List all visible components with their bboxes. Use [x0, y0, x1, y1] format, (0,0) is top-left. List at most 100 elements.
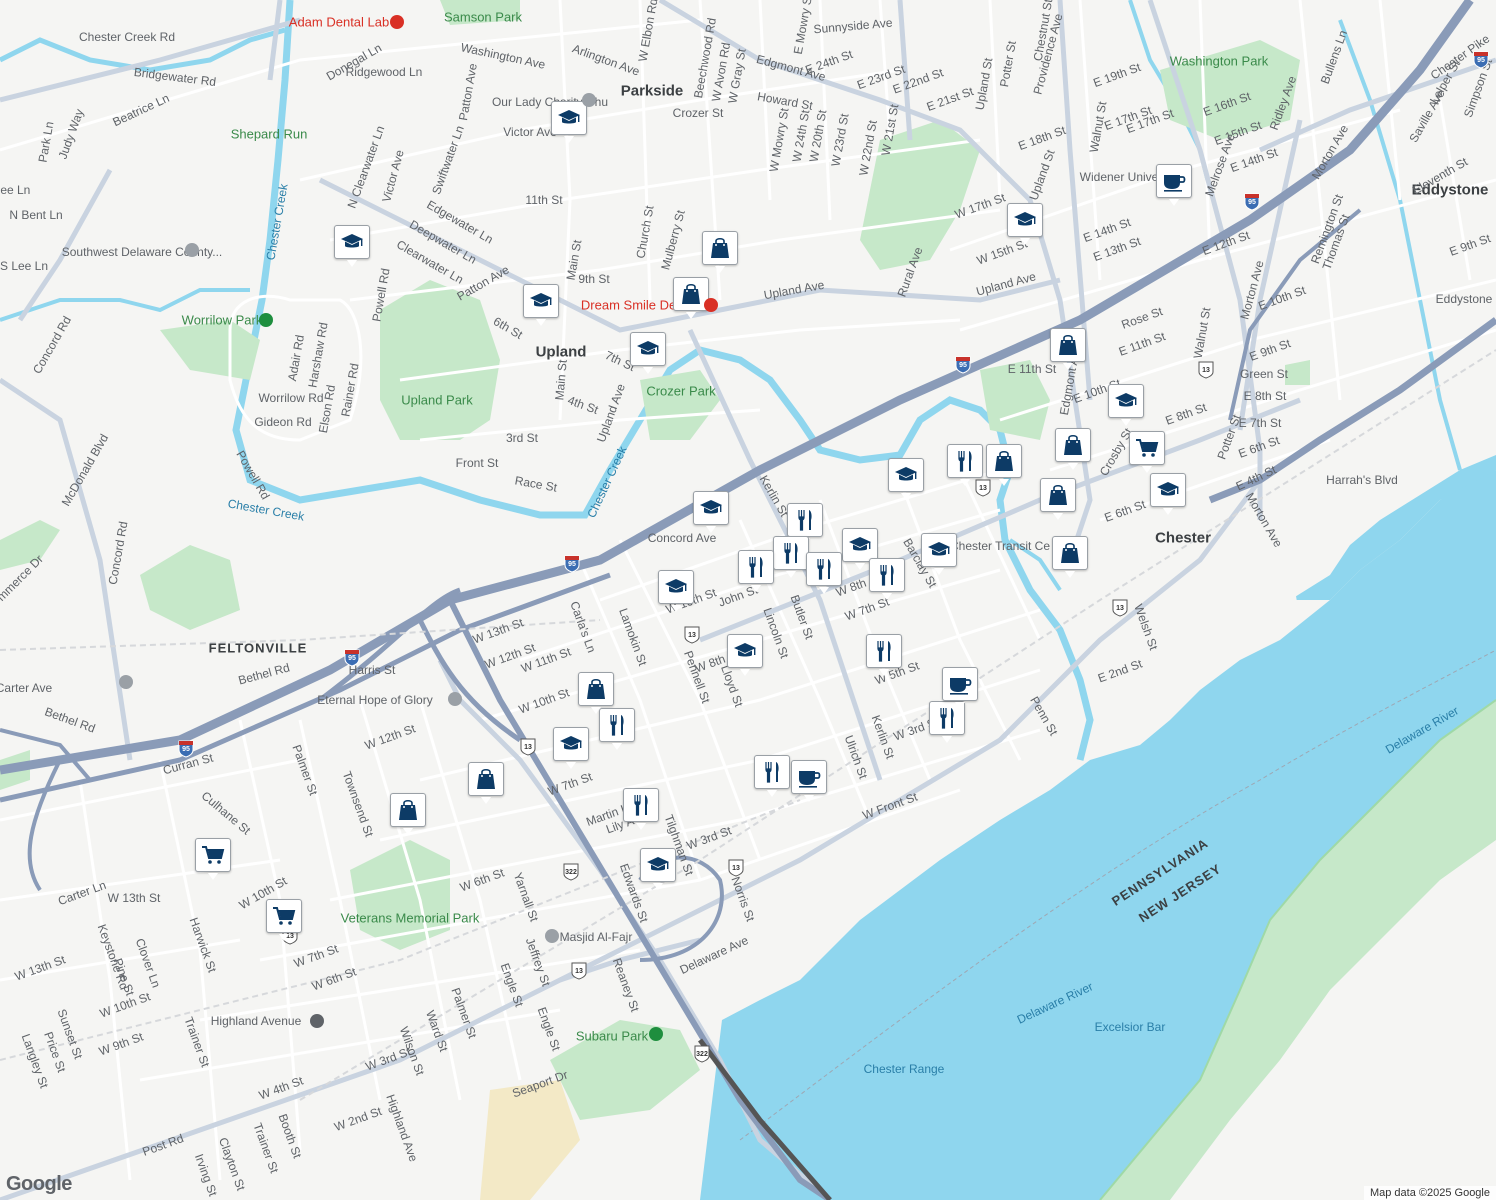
restaurant-icon: [773, 536, 809, 570]
map-marker-cafe[interactable]: [1156, 164, 1192, 206]
route-shield-label: 13: [524, 744, 532, 751]
map-marker-cafe[interactable]: [791, 760, 827, 802]
map-marker-restaurant[interactable]: [787, 503, 823, 545]
map-marker-school[interactable]: [921, 533, 957, 575]
eternal-hope-of-glory-icon[interactable]: [448, 692, 462, 706]
school-icon: [553, 727, 589, 761]
school-icon: [842, 528, 878, 562]
map-marker-school[interactable]: [888, 458, 924, 500]
shopping-icon: [468, 762, 504, 796]
map-marker-school[interactable]: [693, 491, 729, 533]
route-shield-label: 322: [696, 1051, 708, 1058]
map-marker-grocery[interactable]: [266, 899, 302, 941]
map-marker-school[interactable]: [727, 634, 763, 676]
southwest-delaware-county-icon[interactable]: [185, 243, 199, 257]
school-icon: [1108, 384, 1144, 418]
shopping-icon: [1052, 536, 1088, 570]
route-shield-95: 95: [1244, 193, 1260, 211]
route-shield-label: 95: [959, 362, 967, 369]
restaurant-icon: [787, 503, 823, 537]
cafe-icon: [791, 760, 827, 794]
map-marker-restaurant[interactable]: [738, 550, 774, 592]
masjid-al-fajr-icon[interactable]: [545, 929, 559, 943]
restaurant-icon: [623, 788, 659, 822]
map-marker-restaurant[interactable]: [866, 634, 902, 676]
map-marker-restaurant[interactable]: [806, 552, 842, 594]
route-shield-95: 95: [344, 649, 360, 667]
our-lady-charity-church-icon[interactable]: [582, 93, 596, 107]
adam-dental-lab-icon[interactable]: [390, 15, 404, 29]
route-shield-label: 322: [565, 869, 577, 876]
map-marker-grocery[interactable]: [1129, 431, 1165, 473]
route-shield-95: 95: [1473, 51, 1489, 69]
map-attribution[interactable]: Map data ©2025 Google: [1363, 1186, 1496, 1200]
map-marker-shopping[interactable]: [986, 444, 1022, 486]
grocery-icon: [1129, 431, 1165, 465]
map-marker-shopping[interactable]: [468, 762, 504, 804]
map-marker-shopping[interactable]: [1050, 328, 1086, 370]
shopping-icon: [578, 672, 614, 706]
route-shield-label: 95: [1477, 57, 1485, 64]
restaurant-icon: [866, 634, 902, 668]
route-shield-95: 95: [564, 555, 580, 573]
route-shield-label: 13: [575, 968, 583, 975]
route-shield-label: 13: [1202, 367, 1210, 374]
route-shield-13: 13: [728, 859, 744, 877]
route-shield-322: 322: [694, 1045, 710, 1063]
google-logo: Google: [6, 1173, 72, 1195]
grocery-icon: [266, 899, 302, 933]
map-marker-school[interactable]: [1007, 203, 1043, 245]
school-icon: [551, 101, 587, 135]
school-icon: [523, 284, 559, 318]
map-marker-shopping[interactable]: [1040, 478, 1076, 520]
dream-smile-dental-icon[interactable]: [704, 298, 718, 312]
map-marker-restaurant[interactable]: [599, 708, 635, 750]
school-feltonville-icon[interactable]: [119, 675, 133, 689]
map-marker-shopping[interactable]: [1052, 536, 1088, 578]
map-marker-shopping[interactable]: [578, 672, 614, 714]
map-marker-school[interactable]: [1150, 473, 1186, 515]
map-marker-school[interactable]: [551, 101, 587, 143]
restaurant-icon: [599, 708, 635, 742]
map-marker-restaurant[interactable]: [623, 788, 659, 830]
school-icon: [334, 225, 370, 259]
school-icon: [630, 332, 666, 366]
map-marker-shopping[interactable]: [1055, 428, 1091, 470]
school-icon: [658, 570, 694, 604]
shopping-icon: [702, 231, 738, 265]
route-shield-13: 13: [571, 962, 587, 980]
route-shield-322: 322: [563, 863, 579, 881]
restaurant-icon: [806, 552, 842, 586]
map-marker-shopping[interactable]: [702, 231, 738, 273]
route-shield-13: 13: [1112, 599, 1128, 617]
subaru-park-icon[interactable]: [649, 1027, 663, 1041]
highland-avenue-station-icon[interactable]: [310, 1014, 324, 1028]
route-shield-95: 95: [955, 356, 971, 374]
route-shield-95: 95: [178, 740, 194, 758]
map-marker-shopping[interactable]: [390, 793, 426, 835]
map-marker-school[interactable]: [334, 225, 370, 267]
route-shield-label: 13: [688, 632, 696, 639]
school-icon: [693, 491, 729, 525]
shopping-icon: [1040, 478, 1076, 512]
cafe-icon: [1156, 164, 1192, 198]
map-canvas[interactable]: Upland Parkside Chester Eddystone FELTONVILL…: [0, 0, 1496, 1200]
restaurant-icon: [754, 755, 790, 789]
map-marker-school[interactable]: [1108, 384, 1144, 426]
map-marker-school[interactable]: [523, 284, 559, 326]
map-marker-school[interactable]: [630, 332, 666, 374]
map-marker-restaurant[interactable]: [869, 558, 905, 600]
map-marker-restaurant[interactable]: [754, 755, 790, 797]
restaurant-icon: [738, 550, 774, 584]
map-marker-school[interactable]: [658, 570, 694, 612]
worrilow-park-icon[interactable]: [259, 313, 273, 327]
map-marker-grocery[interactable]: [195, 838, 231, 880]
map-marker-restaurant[interactable]: [773, 536, 809, 578]
shopping-icon: [986, 444, 1022, 478]
map-marker-school[interactable]: [553, 727, 589, 769]
map-marker-restaurant[interactable]: [947, 444, 983, 486]
grocery-icon: [195, 838, 231, 872]
route-shield-13: 13: [975, 479, 991, 497]
map-marker-school[interactable]: [640, 848, 676, 890]
map-marker-cafe[interactable]: [942, 667, 978, 709]
